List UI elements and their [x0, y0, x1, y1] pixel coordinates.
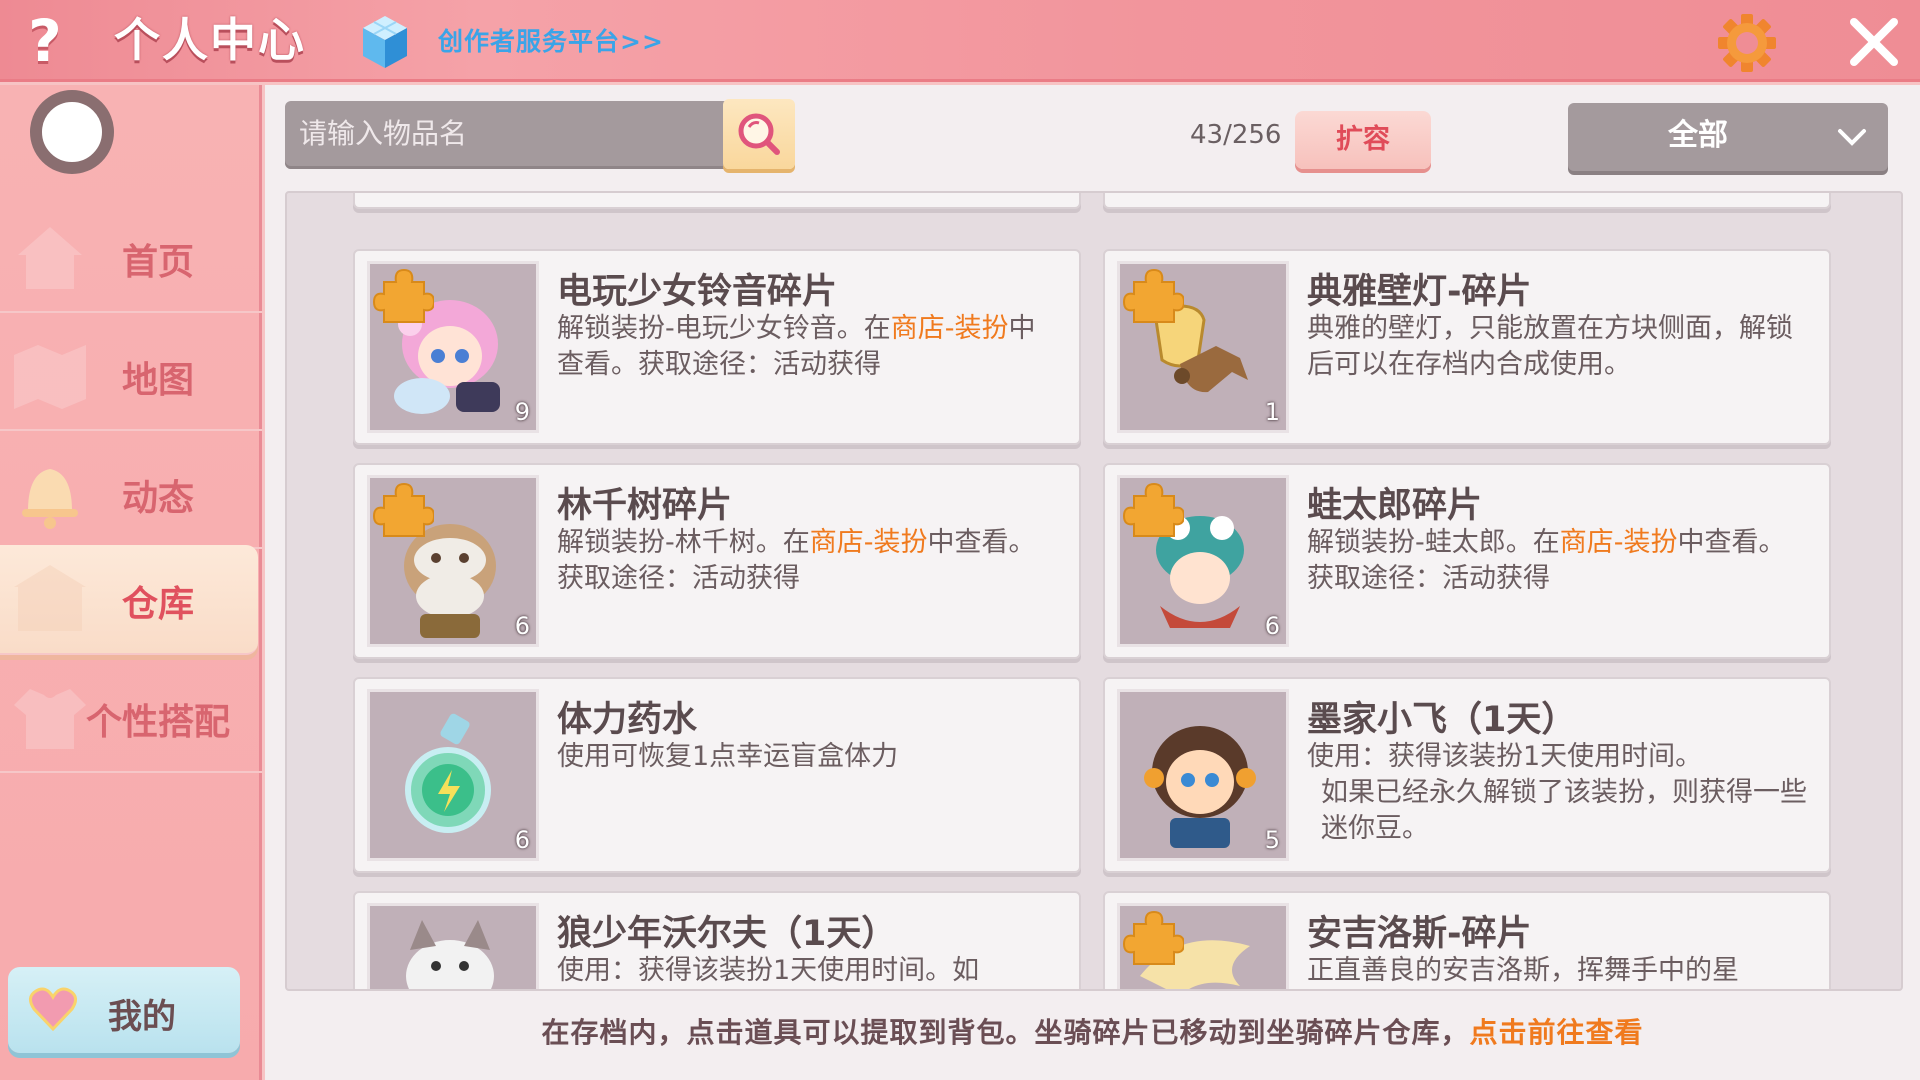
puzzle-piece-icon — [1122, 910, 1184, 965]
item-description: 使用可恢复1点幸运盲盒体力 — [557, 741, 899, 772]
item-title: 墨家小飞（1天） — [1307, 700, 1577, 740]
item-description: 解锁装扮-林千树。在商店-装扮中查看。获取途径：活动获得 — [557, 527, 1036, 594]
sidebar-item-label: 地图 — [121, 360, 194, 401]
item-description: 解锁装扮-电玩少女铃音。在商店-装扮中查看。获取途径：活动获得 — [557, 313, 1036, 380]
search-input[interactable] — [299, 101, 719, 165]
list-item[interactable]: 6 体力药水 使用可恢复1点幸运盲盒体力 — [353, 677, 1081, 873]
cube-icon — [363, 16, 407, 68]
search-button[interactable] — [723, 99, 795, 169]
character-wolf-icon — [406, 920, 494, 989]
item-thumbnail: 1 — [1117, 261, 1289, 433]
item-thumbnail: 6 — [1117, 475, 1289, 647]
list-item[interactable]: 狼少年沃尔夫（1天） 使用：获得该装扮1天使用时间。如 — [353, 891, 1081, 989]
footer-tip: 在存档内，点击道具可以提取到背包。坐骑碎片已移动到坐骑碎片仓库，点击前往查看 — [265, 1011, 1920, 1051]
chevron-down-icon — [1838, 129, 1866, 146]
mine-button[interactable]: 我的 — [8, 967, 240, 1053]
list-item[interactable]: 5 墨家小飞（1天） 使用：获得该装扮1天使用时间。 如果已经永久解锁了该装扮，… — [1103, 677, 1831, 873]
item-title: 蛙太郎碎片 — [1307, 486, 1483, 526]
close-icon[interactable] — [1846, 14, 1902, 70]
filter-selected-value: 全部 — [1668, 118, 1728, 153]
category-filter-select[interactable]: 全部 — [1568, 103, 1888, 171]
sidebar: 首页 地图 动态 仓库 个性搭配 我的 — [0, 85, 262, 1080]
avatar[interactable] — [30, 90, 114, 174]
item-count: 6 — [514, 612, 530, 640]
expand-button[interactable]: 扩容 — [1295, 111, 1431, 169]
item-title: 狼少年沃尔夫（1天） — [557, 914, 897, 954]
sidebar-item-label: 个性搭配 — [85, 702, 230, 743]
item-thumbnail — [367, 903, 539, 989]
sidebar-item-label: 动态 — [121, 478, 194, 519]
help-icon[interactable]: ? — [14, 8, 76, 74]
item-description: 使用：获得该装扮1天使用时间。 如果已经永久解锁了该装扮，则获得一些迷你豆。 — [1307, 741, 1807, 844]
search-box — [285, 101, 725, 169]
item-count: 5 — [1264, 826, 1280, 854]
item-count: 6 — [514, 826, 530, 854]
sidebar-item-feed[interactable]: 动态 — [0, 439, 262, 549]
sidebar-item-warehouse[interactable]: 仓库 — [0, 545, 258, 655]
character-boy-icon — [1144, 726, 1256, 848]
puzzle-piece-icon — [372, 482, 434, 537]
list-item[interactable]: 9 电玩少女铃音碎片 解锁装扮-电玩少女铃音。在商店-装扮中查看。获取途径：活动… — [353, 249, 1081, 445]
list-item[interactable]: 6 蛙太郎碎片 解锁装扮-蛙太郎。在商店-装扮中查看。获取途径：活动获得 — [1103, 463, 1831, 659]
item-thumbnail: 5 — [1117, 689, 1289, 861]
list-item[interactable]: 6 林千树碎片 解锁装扮-林千树。在商店-装扮中查看。获取途径：活动获得 — [353, 463, 1081, 659]
item-count: 9 — [514, 398, 530, 426]
search-icon — [738, 113, 780, 155]
item-title: 电玩少女铃音碎片 — [557, 272, 838, 312]
creator-platform-link[interactable]: 创作者服务平台>> — [438, 24, 664, 60]
item-description: 正直善良的安吉洛斯，挥舞手中的星 — [1307, 955, 1739, 986]
item-count: 6 — [1264, 612, 1280, 640]
item-description: 解锁装扮-蛙太郎。在商店-装扮中查看。获取途径：活动获得 — [1307, 527, 1786, 594]
sidebar-item-outfit[interactable]: 个性搭配 — [0, 663, 262, 773]
item-title: 体力药水 — [557, 700, 698, 740]
page-title: 个人中心 — [114, 13, 306, 67]
list-item[interactable] — [353, 193, 1081, 209]
item-title: 安吉洛斯-碎片 — [1307, 914, 1532, 954]
top-bar: ? 个人中心 创作者服务平台>> — [0, 0, 1920, 82]
sidebar-item-map[interactable]: 地图 — [0, 321, 262, 431]
puzzle-piece-icon — [1122, 482, 1184, 537]
item-thumbnail — [1117, 903, 1289, 989]
capacity-counter: 43/256 — [1190, 120, 1282, 150]
puzzle-piece-icon — [1122, 268, 1184, 323]
item-thumbnail: 6 — [367, 689, 539, 861]
list-item[interactable]: 安吉洛斯-碎片 正直善良的安吉洛斯，挥舞手中的星 — [1103, 891, 1831, 989]
item-thumbnail: 9 — [367, 261, 539, 433]
footer-tip-text: 在存档内，点击道具可以提取到背包。坐骑碎片已移动到坐骑碎片仓库， — [541, 1016, 1470, 1049]
item-thumbnail: 6 — [367, 475, 539, 647]
mine-label: 我的 — [108, 997, 176, 1037]
item-title: 林千树碎片 — [557, 486, 733, 526]
gear-icon[interactable] — [1714, 12, 1780, 74]
list-item[interactable]: 1 典雅壁灯-碎片 典雅的壁灯，只能放置在方块侧面，解锁后可以在存档内合成使用。 — [1103, 249, 1831, 445]
mount-fragment-warehouse-link[interactable]: 点击前往查看 — [1470, 1016, 1644, 1049]
item-list[interactable]: 9 电玩少女铃音碎片 解锁装扮-电玩少女铃音。在商店-装扮中查看。获取途径：活动… — [285, 191, 1903, 991]
item-description: 典雅的壁灯，只能放置在方块侧面，解锁后可以在存档内合成使用。 — [1307, 313, 1793, 380]
puzzle-piece-icon — [372, 268, 434, 323]
potion-icon — [405, 713, 491, 833]
item-title: 典雅壁灯-碎片 — [1307, 272, 1532, 312]
sidebar-item-label: 仓库 — [121, 584, 194, 625]
sidebar-item-home[interactable]: 首页 — [0, 203, 262, 313]
sidebar-item-label: 首页 — [121, 242, 194, 283]
item-count: 1 — [1264, 398, 1280, 426]
warehouse-panel: 43/256 扩容 全部 — [265, 85, 1920, 1080]
item-description: 使用：获得该装扮1天使用时间。如 — [557, 955, 980, 986]
list-item[interactable] — [1103, 193, 1831, 209]
heart-icon — [29, 987, 77, 1032]
